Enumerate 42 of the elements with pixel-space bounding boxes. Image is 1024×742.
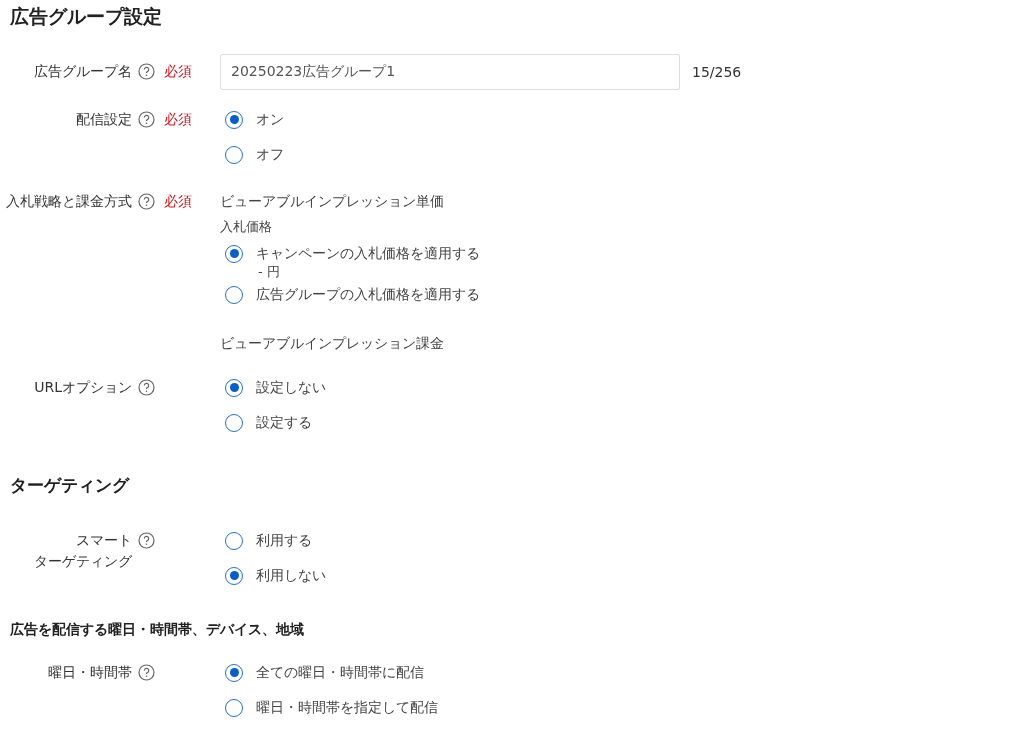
ad-group-name-field[interactable]: 20250223広告グループ1 xyxy=(220,54,680,90)
required-label: 必須 xyxy=(164,110,192,129)
radio-option[interactable]: 全ての曜日・時間帯に配信 xyxy=(220,655,424,690)
field-label: 入札戦略と課金方式 xyxy=(6,192,132,211)
radio-button[interactable] xyxy=(225,378,243,397)
character-counter: 15/256 xyxy=(692,64,742,80)
help-icon[interactable] xyxy=(137,63,155,80)
section-heading: ターゲティング xyxy=(9,474,129,497)
setting-value: ビューアブルインプレッション単価 xyxy=(220,192,444,211)
field-label: 広告グループ名 xyxy=(34,62,132,81)
radio-button[interactable] xyxy=(225,285,243,304)
required-label: 必須 xyxy=(164,62,192,81)
setting-value: ビューアブルインプレッション課金 xyxy=(220,334,444,353)
radio-option[interactable]: オフ xyxy=(220,137,284,172)
radio-button[interactable] xyxy=(225,698,243,717)
section-heading: 広告グループ設定 xyxy=(9,4,162,29)
radio-button[interactable] xyxy=(225,244,243,263)
section-heading: 広告を配信する曜日・時間帯、デバイス、地域 xyxy=(9,621,304,639)
field-label: URLオプション xyxy=(34,378,132,397)
radio-option[interactable]: 設定する xyxy=(220,405,312,440)
radio-option[interactable]: オン xyxy=(220,102,284,137)
radio-option[interactable]: 設定しない xyxy=(220,370,326,405)
help-icon[interactable] xyxy=(137,379,155,396)
radio-button[interactable] xyxy=(225,413,243,432)
field-label: ターゲティング xyxy=(34,552,132,571)
help-icon[interactable] xyxy=(137,664,155,681)
help-icon[interactable] xyxy=(137,111,155,128)
field-label: スマート xyxy=(76,531,132,550)
radio-button[interactable] xyxy=(225,110,243,129)
radio-button[interactable] xyxy=(225,663,243,682)
radio-button[interactable] xyxy=(225,531,243,550)
radio-button[interactable] xyxy=(225,145,243,164)
radio-option[interactable]: 曜日・時間帯を指定して配信 xyxy=(220,690,438,725)
help-icon[interactable] xyxy=(137,532,155,549)
radio-button[interactable] xyxy=(225,566,243,585)
help-icon[interactable] xyxy=(137,193,155,210)
field-label: 配信設定 xyxy=(76,110,132,129)
radio-option[interactable]: 利用しない xyxy=(220,558,326,593)
required-label: 必須 xyxy=(164,192,192,211)
field-label: 曜日・時間帯 xyxy=(48,663,132,682)
radio-option[interactable]: 利用する xyxy=(220,523,312,558)
bid-price-caption: 入札価格 xyxy=(220,218,272,236)
